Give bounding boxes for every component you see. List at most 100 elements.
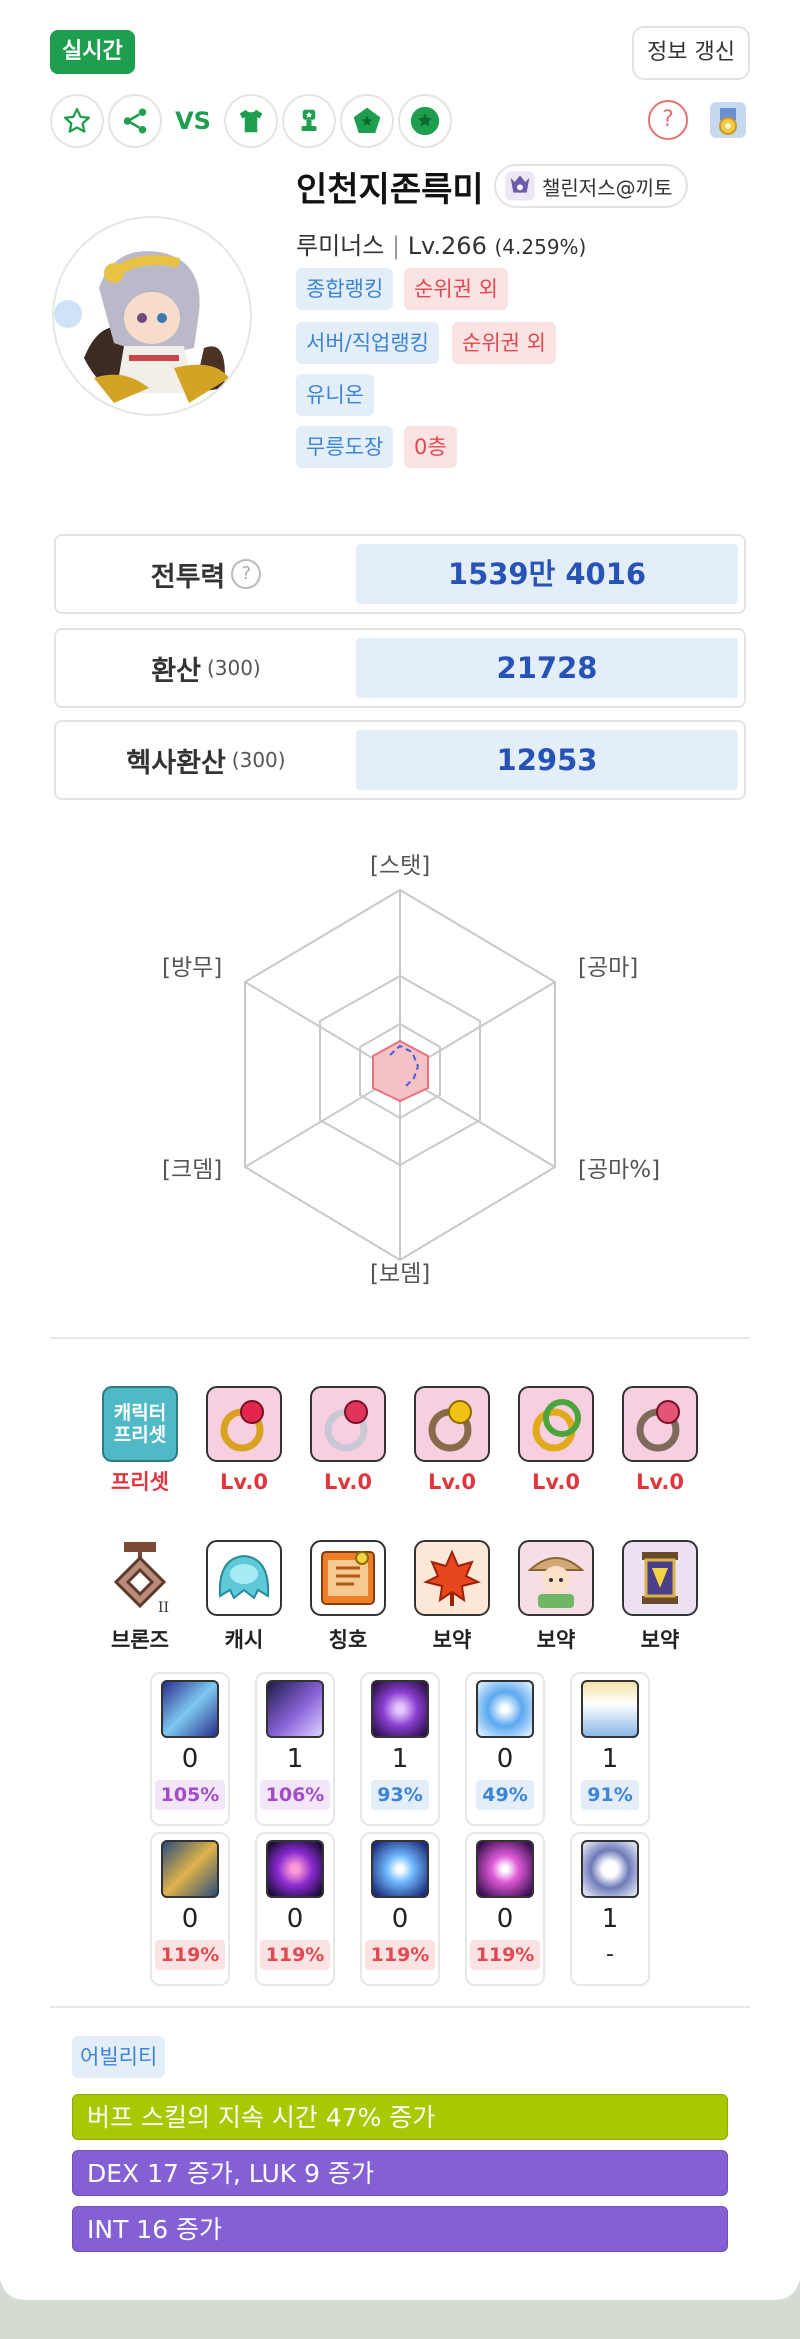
potion-slot-2[interactable]: 보약 xyxy=(516,1540,596,1654)
radar-label-attack: [공마] xyxy=(578,955,639,981)
radar-label-attack-pct: [공마%] xyxy=(578,1157,661,1183)
class-name: 루미너스 xyxy=(296,232,385,260)
hexa-conversion-sub: (300) xyxy=(231,748,286,772)
title-slot[interactable]: 칭호 xyxy=(308,1540,388,1654)
skill-card[interactable]: 0 119% xyxy=(150,1832,230,1986)
skill-card[interactable]: 1 106% xyxy=(255,1672,335,1826)
ability-line-1: 버프 스킬의 지속 시간 47% 증가 xyxy=(72,2094,728,2140)
vortex-skill-icon xyxy=(266,1840,324,1898)
skill-percent: 105% xyxy=(154,1780,226,1810)
preset-icon-text: 캐릭터 프리셋 xyxy=(113,1402,167,1446)
skill-percent: - xyxy=(606,1942,614,1967)
ring-level-3: Lv.0 xyxy=(428,1470,476,1494)
vs-label: VS xyxy=(175,107,211,135)
skill-percent: 91% xyxy=(581,1780,639,1810)
radar-label-stat: [스탯] xyxy=(370,853,431,879)
ring-slot-4[interactable]: Lv.0 xyxy=(516,1386,596,1494)
section-divider xyxy=(50,1337,750,1339)
pentagon-icon xyxy=(353,107,381,133)
combat-power-label: 전투력 xyxy=(150,561,226,593)
potion-slot-3[interactable]: 보약 xyxy=(620,1540,700,1654)
skill-card[interactable]: 1 91% xyxy=(570,1672,650,1826)
ring-level-2: Lv.0 xyxy=(324,1470,372,1494)
dojo-tag[interactable]: 무릉도장 xyxy=(296,426,394,468)
ring-level-5: Lv.0 xyxy=(636,1470,684,1494)
magic-orb-skill-icon xyxy=(476,1840,534,1898)
preset-slot[interactable]: 캐릭터 프리셋 프리셋 xyxy=(100,1386,180,1496)
svg-text:II: II xyxy=(158,1600,169,1616)
combat-power-row: 전투력 ? 1539만 4016 xyxy=(54,534,746,614)
potion-label-2: 보약 xyxy=(536,1628,576,1652)
skill-card[interactable]: 1 - xyxy=(570,1832,650,1986)
dojo-floor-value: 0층 xyxy=(404,426,457,468)
star-outline-icon xyxy=(64,108,90,133)
trophy-tab-button[interactable] xyxy=(282,94,336,148)
combat-power-value: 1539만 4016 xyxy=(356,544,738,604)
emblem-label: 브론즈 xyxy=(111,1628,169,1652)
share-button[interactable] xyxy=(108,94,162,148)
radar-value-area xyxy=(372,1039,429,1103)
cash-slot[interactable]: 캐시 xyxy=(204,1540,284,1654)
skill-percent: 119% xyxy=(154,1940,226,1970)
ability-line-3: INT 16 증가 xyxy=(72,2206,728,2252)
share-icon xyxy=(123,108,147,134)
radar-label-crit-dmg: [크뎀] xyxy=(162,1157,223,1183)
cash-item-icon xyxy=(206,1540,282,1616)
preset-icon: 캐릭터 프리셋 xyxy=(102,1386,178,1462)
potion-label-3: 보약 xyxy=(640,1628,680,1652)
help-button[interactable]: ? xyxy=(648,100,688,140)
bronze-emblem-icon: II xyxy=(113,1542,169,1616)
guild-name: 챌린저스@끼토 xyxy=(542,175,673,200)
radar-label-ignore-def: [방무] xyxy=(162,955,223,981)
potion-slot-1[interactable]: 보약 xyxy=(412,1540,492,1654)
help-icon[interactable]: ? xyxy=(231,559,262,589)
equipment-tab-button[interactable] xyxy=(224,94,278,148)
ring-slot-5[interactable]: Lv.0 xyxy=(620,1386,700,1494)
compare-button[interactable]: VS xyxy=(166,94,220,148)
emblem-slot[interactable]: II 브론즈 xyxy=(100,1540,180,1654)
stat-radar-chart xyxy=(244,888,556,1262)
lightning-skill-icon xyxy=(161,1680,219,1738)
skill-card[interactable]: 1 93% xyxy=(360,1672,440,1826)
orb-skill-icon xyxy=(371,1680,429,1738)
live-badge: 실시간 xyxy=(50,30,135,74)
lantern-potion-icon xyxy=(622,1540,698,1616)
pentagon-tab-button[interactable] xyxy=(340,94,394,148)
skill-count: 0 xyxy=(496,1904,514,1934)
ring-slot-1[interactable]: Lv.0 xyxy=(204,1386,284,1494)
ranking-server-tag[interactable]: 서버/직업랭킹 xyxy=(296,322,439,364)
skill-card[interactable]: 0 119% xyxy=(360,1832,440,1986)
crystal-skill-icon xyxy=(476,1680,534,1738)
skill-card[interactable]: 0 119% xyxy=(255,1832,335,1986)
union-tag[interactable]: 유니온 xyxy=(296,374,374,416)
potion-label-1: 보약 xyxy=(432,1628,472,1652)
conversion-sub: (300) xyxy=(206,656,261,680)
guild-badge[interactable]: 챌린저스@끼토 xyxy=(494,164,689,208)
ranking-server-value: 순위권 외 xyxy=(452,322,556,364)
circle-star-tab-button[interactable] xyxy=(398,94,452,148)
section-divider xyxy=(50,2006,750,2008)
ring-slot-2[interactable]: Lv.0 xyxy=(308,1386,388,1494)
skill-percent: 49% xyxy=(476,1780,534,1810)
conversion-row: 환산 (300) 21728 xyxy=(54,628,746,708)
favorite-button[interactable] xyxy=(50,94,104,148)
skill-card[interactable]: 0 105% xyxy=(150,1672,230,1826)
radar-label-boss-dmg: [보뎀] xyxy=(370,1261,431,1287)
light-burst-skill-icon xyxy=(371,1840,429,1898)
ring-slot-3[interactable]: Lv.0 xyxy=(412,1386,492,1494)
skill-count: 1 xyxy=(601,1904,619,1934)
ring-pink-icon xyxy=(310,1386,386,1462)
ring-level-1: Lv.0 xyxy=(220,1470,268,1494)
medal-icon[interactable] xyxy=(706,98,750,142)
character-level: Lv.266 xyxy=(407,232,487,260)
character-avatar xyxy=(52,216,252,416)
ring-skill-icon xyxy=(581,1840,639,1898)
ring-gold-icon xyxy=(414,1386,490,1462)
conversion-label: 환산 xyxy=(151,655,201,687)
ring-ruby-icon xyxy=(206,1386,282,1462)
skill-card[interactable]: 0 49% xyxy=(465,1672,545,1826)
ranking-overall-tag[interactable]: 종합랭킹 xyxy=(296,268,394,310)
refresh-button[interactable]: 정보 갱신 xyxy=(632,26,750,80)
hexa-conversion-value: 12953 xyxy=(356,730,738,790)
skill-card[interactable]: 0 119% xyxy=(465,1832,545,1986)
